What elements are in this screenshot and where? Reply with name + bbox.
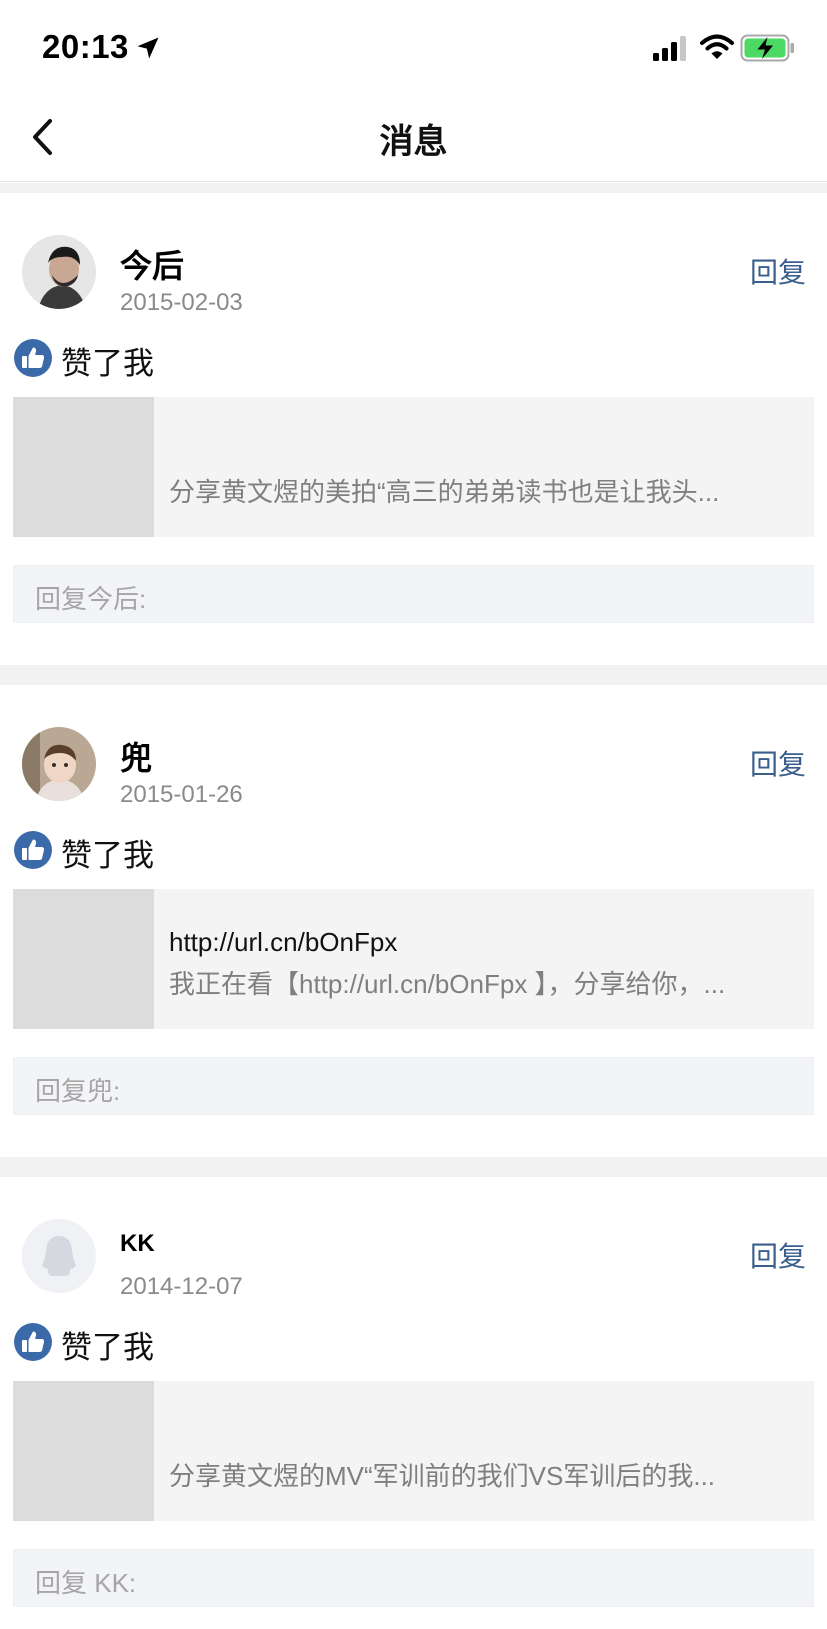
message-date: 2015-01-26 xyxy=(120,781,243,808)
shared-content[interactable]: 分享黄文煜的美拍“高三的弟弟读书也是让我头... xyxy=(13,397,814,537)
battery-charging-icon xyxy=(740,34,794,62)
message-card: KK 2014-12-07 回复 赞了我 分享黄文煜的MV“军训前的我们VS军训… xyxy=(0,1177,827,1629)
message-card: 今后 2015-02-03 回复 赞了我 分享黄文煜的美拍“高三的弟弟读书也是让… xyxy=(0,193,827,665)
status-time: 20:13 xyxy=(42,28,129,65)
share-thumbnail xyxy=(13,397,154,537)
avatar[interactable] xyxy=(22,235,96,309)
share-description: 分享黄文煜的美拍“高三的弟弟读书也是让我头... xyxy=(169,477,720,507)
reply-placeholder: 回复今后: xyxy=(35,584,147,614)
reply-input[interactable]: 回复 KK: xyxy=(13,1549,814,1607)
user-name: 兜 xyxy=(120,740,153,776)
avatar[interactable] xyxy=(22,727,96,801)
thumbs-up-icon xyxy=(14,831,52,869)
user-photo xyxy=(22,235,96,309)
cellular-signal-icon xyxy=(653,36,686,61)
reply-input[interactable]: 回复今后: xyxy=(13,565,814,623)
user-photo xyxy=(22,727,96,801)
share-title: http://url.cn/bOnFpx xyxy=(169,927,398,957)
reply-input[interactable]: 回复兜: xyxy=(13,1057,814,1115)
share-thumbnail xyxy=(13,1381,154,1521)
section-divider xyxy=(0,183,827,193)
section-divider xyxy=(0,665,827,685)
share-description: 分享黄文煜的MV“军训前的我们VS军训后的我... xyxy=(169,1461,716,1491)
like-text: 赞了我 xyxy=(61,1330,154,1365)
share-thumbnail xyxy=(13,889,154,1029)
avatar[interactable] xyxy=(22,1219,96,1293)
reply-button[interactable]: 回复 xyxy=(750,251,806,291)
reply-placeholder: 回复兜: xyxy=(35,1076,121,1106)
thumbs-up-icon xyxy=(14,339,52,377)
wifi-icon xyxy=(700,34,734,59)
share-description: 我正在看【http://url.cn/bOnFpx 】，分享给你，... xyxy=(169,969,726,999)
like-text: 赞了我 xyxy=(61,838,154,873)
nav-bar: 消息 xyxy=(0,92,827,182)
user-name: KK xyxy=(120,1230,155,1257)
default-avatar-icon xyxy=(22,1219,96,1293)
page-title: 消息 xyxy=(379,123,448,161)
reply-button[interactable]: 回复 xyxy=(750,1235,806,1275)
reply-button[interactable]: 回复 xyxy=(750,743,806,783)
thumbs-up-icon xyxy=(14,1323,52,1361)
message-date: 2014-12-07 xyxy=(120,1273,243,1300)
section-divider xyxy=(0,1157,827,1177)
status-bar: 20:13 xyxy=(0,0,827,92)
location-arrow-icon xyxy=(137,37,159,59)
message-card: 兜 2015-01-26 回复 赞了我 http://url.cn/bOnFpx… xyxy=(0,685,827,1157)
shared-content[interactable]: 分享黄文煜的MV“军训前的我们VS军训后的我... xyxy=(13,1381,814,1521)
like-text: 赞了我 xyxy=(61,346,154,381)
shared-content[interactable]: http://url.cn/bOnFpx 我正在看【http://url.cn/… xyxy=(13,889,814,1029)
message-date: 2015-02-03 xyxy=(120,289,243,316)
user-name: 今后 xyxy=(120,248,185,284)
reply-placeholder: 回复 KK: xyxy=(35,1568,137,1598)
